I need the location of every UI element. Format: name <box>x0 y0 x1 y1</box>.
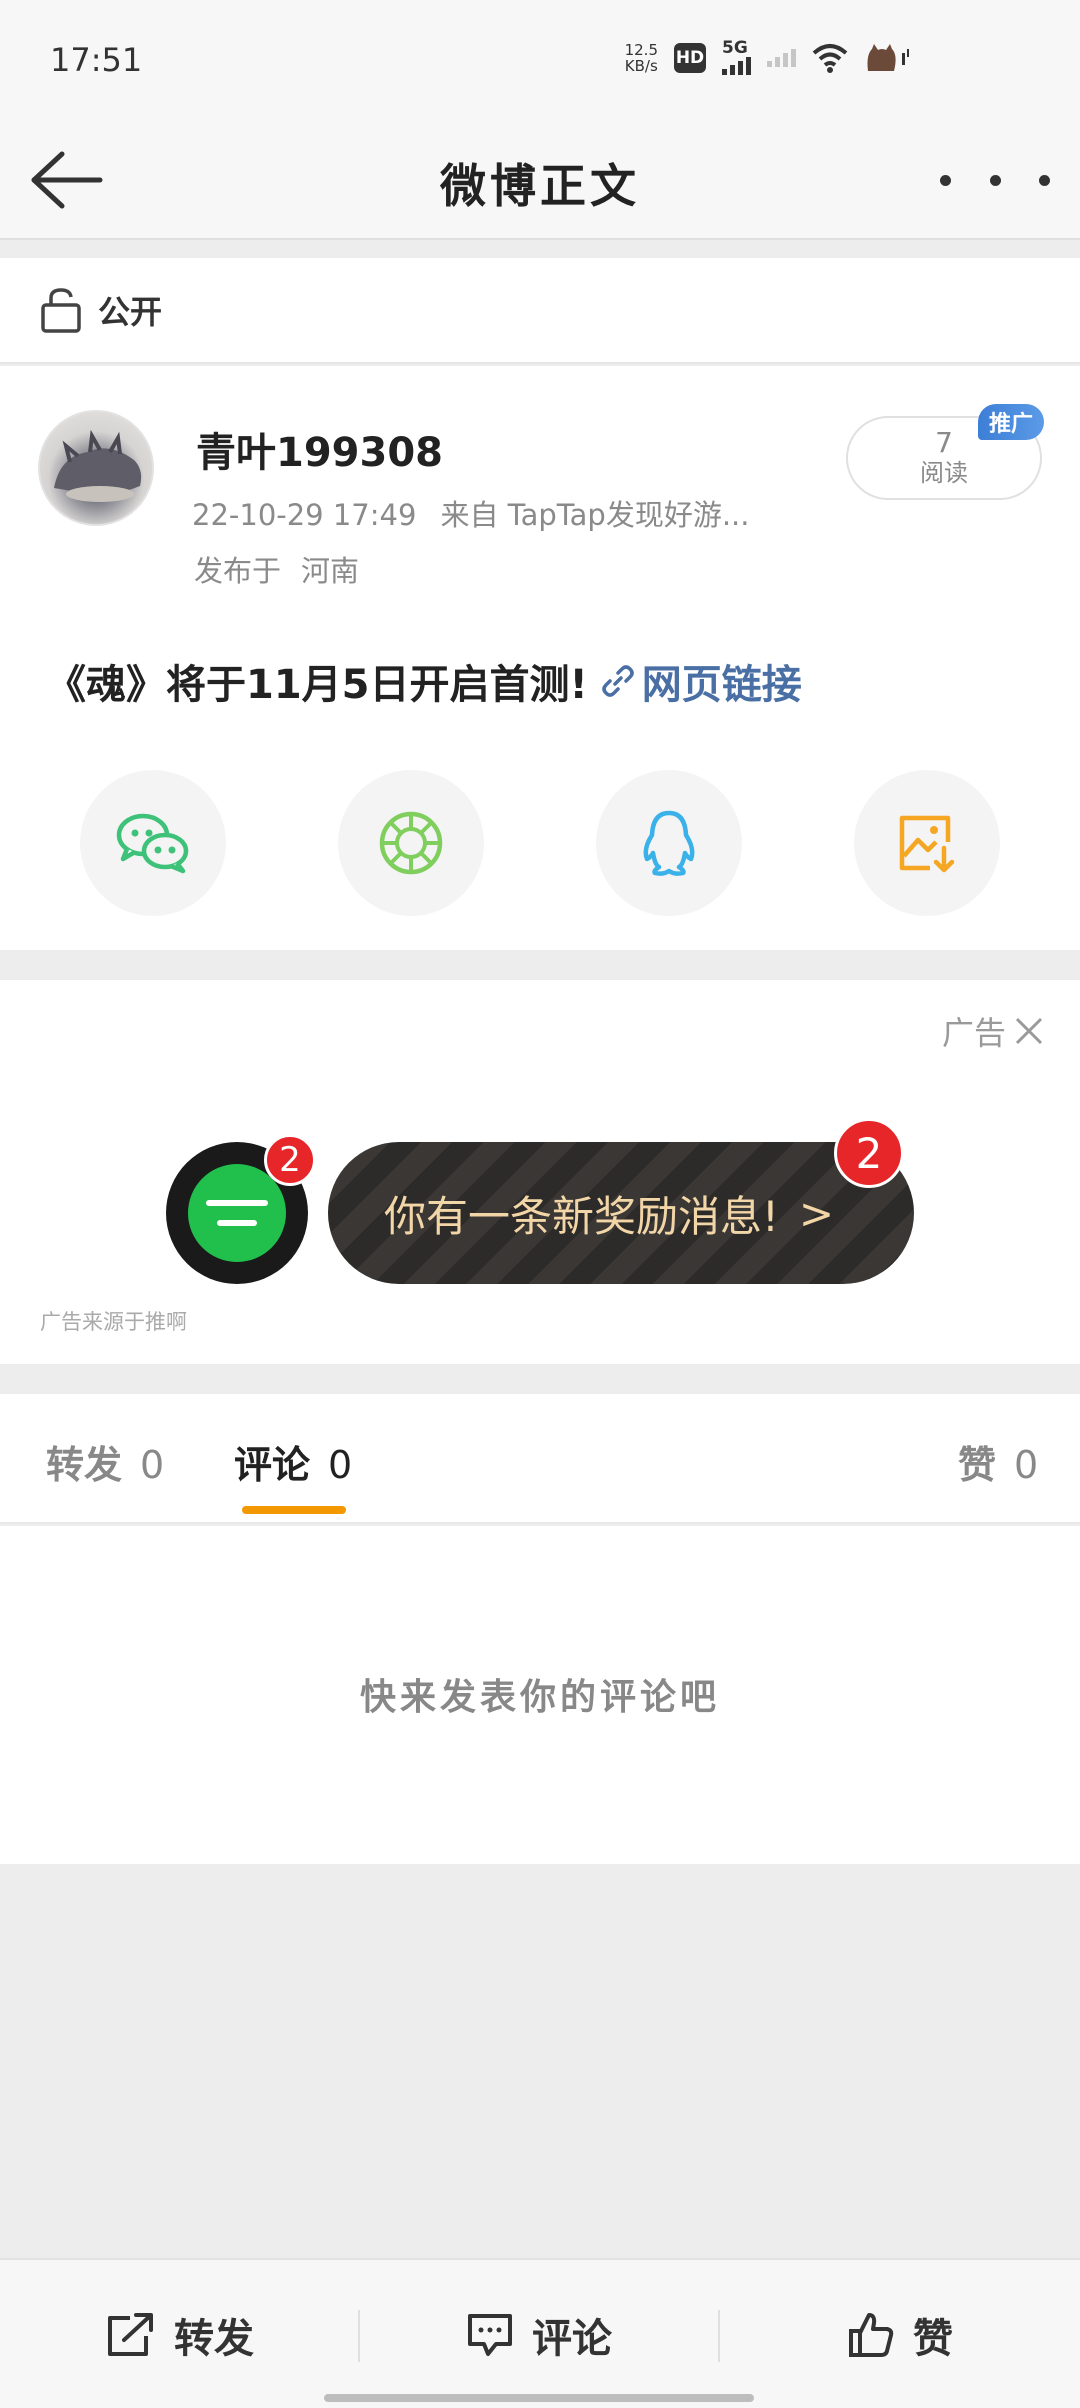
promo-badge[interactable]: 推广 <box>978 404 1044 440</box>
page-title: 微博正文 <box>440 159 640 213</box>
unlock-icon <box>41 288 81 333</box>
repost-icon <box>108 2313 153 2356</box>
post-meta: 22-10-29 17:49 来自 TapTap发现好游... <box>192 492 750 534</box>
ad-icon-badge: 2 <box>264 1134 316 1186</box>
visibility-row[interactable]: 公开 <box>0 258 1080 364</box>
nav-bar: 微博正文 <box>0 120 1080 240</box>
ad-pill-badge: 2 <box>834 1118 904 1188</box>
chevron-right-icon: > <box>798 1188 835 1238</box>
ad-tag[interactable]: 广告 <box>942 1008 1044 1054</box>
qq-icon <box>643 810 695 876</box>
share-save-image-button[interactable] <box>854 770 1000 916</box>
share-moments-button[interactable] <box>338 770 484 916</box>
tab-like[interactable]: 赞0 <box>958 1434 1038 1489</box>
post-text: 《魂》将于11月5日开启首测! <box>46 662 588 708</box>
more-dots-icon[interactable] <box>940 170 1050 190</box>
post-datetime: 22-10-29 17:49 <box>192 498 417 532</box>
post-content: 《魂》将于11月5日开启首测! 网页链接 <box>46 652 802 710</box>
like-button[interactable]: 赞 <box>720 2260 1080 2408</box>
comment-button[interactable]: 评论 <box>360 2260 718 2408</box>
home-indicator[interactable] <box>324 2394 754 2402</box>
tab-comment[interactable]: 评论 0 <box>234 1434 352 1489</box>
status-icons: 12.5 KB/s HD 5G <box>625 40 910 75</box>
save-image-icon <box>899 815 955 873</box>
moments-icon <box>379 811 443 875</box>
read-label: 阅读 <box>920 459 968 487</box>
repost-button[interactable]: 转发 <box>0 2260 358 2408</box>
close-icon[interactable] <box>1014 1016 1044 1046</box>
cat-app-icon <box>867 43 909 71</box>
post-card: 青叶199308 22-10-29 17:49 来自 TapTap发现好游... … <box>0 366 1080 950</box>
empty-comments-hint: 快来发表你的评论吧 <box>359 1677 720 1718</box>
active-tab-indicator <box>242 1506 346 1514</box>
status-time: 17:51 <box>50 41 143 79</box>
ad-message-button[interactable]: 你有一条新奖励消息! > <box>328 1142 914 1284</box>
weibo-post-page: 17:51 12.5 KB/s HD 5G 微博正文 公开 青叶199308 2… <box>0 0 1080 2408</box>
interaction-tabs: 转发 0 评论 0 赞0 <box>0 1394 1080 1524</box>
share-wechat-button[interactable] <box>80 770 226 916</box>
post-source[interactable]: 来自 TapTap发现好游... <box>440 498 749 532</box>
wechat-icon <box>116 813 189 874</box>
network-speed: 12.5 KB/s <box>624 40 658 75</box>
hd-icon: HD <box>674 42 706 73</box>
visibility-label: 公开 <box>98 293 163 331</box>
signal-secondary-icon <box>767 48 796 67</box>
post-location: 发布于 河南 <box>194 554 360 588</box>
avatar-image <box>54 429 142 502</box>
username[interactable]: 青叶199308 <box>196 420 443 478</box>
wifi-icon <box>812 43 848 73</box>
thumbs-up-icon <box>849 2313 894 2357</box>
comment-icon <box>468 2314 512 2356</box>
signal-5g-icon: 5G <box>722 40 751 75</box>
link-icon <box>602 665 634 697</box>
comments-area: 快来发表你的评论吧 <box>0 1526 1080 1864</box>
ad-message: 你有一条新奖励消息! <box>384 1191 779 1241</box>
status-bar: 17:51 12.5 KB/s HD 5G <box>0 0 1080 120</box>
web-link[interactable]: 网页链接 <box>600 652 802 710</box>
share-qq-button[interactable] <box>596 770 742 916</box>
tab-repost[interactable]: 转发 0 <box>46 1434 164 1489</box>
avatar[interactable] <box>38 410 154 526</box>
ad-source: 广告来源于推啊 <box>40 1310 187 1334</box>
bottom-action-bar: 转发 评论 赞 <box>0 2258 1080 2408</box>
ad-card[interactable]: 广告 2 你有一条新奖励消息! > 2 广告来源于推啊 <box>0 980 1080 1364</box>
share-row <box>0 770 1080 920</box>
